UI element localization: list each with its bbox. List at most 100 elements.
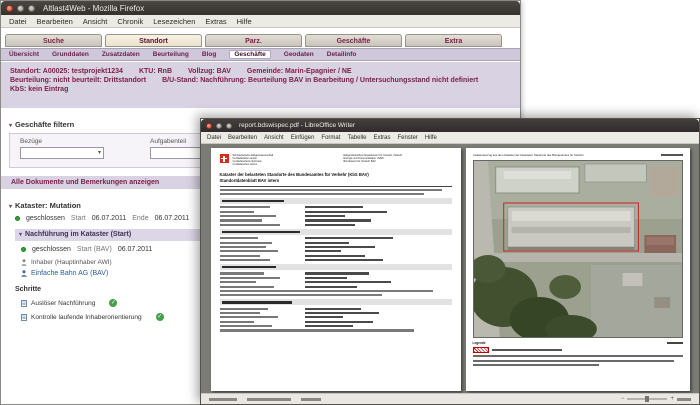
field-label-line	[219, 237, 258, 240]
check-icon	[109, 299, 118, 307]
confederation-lines: Schweizerische Eidgenossenschaft Confédér…	[233, 154, 274, 166]
step-label[interactable]: Kontrolle laufende Inhaberorientierung	[31, 314, 142, 321]
text-line	[472, 364, 599, 367]
person-icon	[21, 270, 27, 277]
divider	[219, 185, 452, 187]
field-label-line	[219, 215, 276, 218]
close-icon[interactable]	[6, 4, 13, 12]
main-tab-3[interactable]: Geschäfte	[305, 34, 402, 47]
status-dot-icon	[21, 247, 26, 252]
map-page-header: Katasterauszug aus dem Kataster der bela…	[473, 153, 683, 157]
text-line	[491, 349, 562, 351]
menu-item-6[interactable]: Hilfe	[237, 17, 252, 26]
start-bav-date: 06.07.2011	[117, 246, 153, 253]
field-value-line	[304, 285, 357, 288]
screen: Altlast4Web - Mozilla Firefox Datei Bearb…	[0, 0, 700, 405]
sub-tab-2[interactable]: Zusatzdaten	[102, 51, 140, 58]
field-label-line	[219, 241, 272, 244]
minimize-icon[interactable]	[216, 122, 222, 129]
confed-line-3: Confederaziun svizra	[232, 163, 257, 167]
bezuege-select[interactable]	[20, 147, 104, 159]
menu-item-0[interactable]: Datei	[9, 17, 27, 26]
inhaber-value[interactable]: Einfache Bahn AG (BAV)	[31, 270, 108, 277]
sub-tab-7[interactable]: Detailinfo	[327, 51, 357, 58]
pdf-page-2: Katasterauszug aus dem Kataster der bela…	[465, 148, 690, 391]
main-tab-2[interactable]: Parz.	[205, 34, 302, 47]
menu-item-2[interactable]: Ansicht	[264, 135, 284, 141]
menu-item-2[interactable]: Ansicht	[83, 17, 108, 26]
end-date: 06.07.2011	[154, 215, 190, 222]
sub-tab-0[interactable]: Übersicht	[9, 51, 39, 58]
menu-item-1[interactable]: Bearbeiten	[37, 17, 73, 26]
menu-item-3[interactable]: Chronik	[117, 17, 143, 26]
text-line	[472, 359, 675, 362]
info-segment-3: Gemeinde: Marin-Epagnier / NE	[246, 68, 352, 75]
legend-header-row: Legende	[473, 341, 683, 345]
person-gray-icon	[21, 259, 27, 266]
step-label[interactable]: Auslöser Nachführung	[31, 300, 95, 307]
menu-item-5[interactable]: Tabelle	[347, 135, 366, 141]
field-value-line	[304, 250, 341, 253]
zoom-slider-knob[interactable]	[645, 396, 650, 402]
field-row	[219, 206, 452, 209]
section-heading-line	[221, 301, 292, 304]
field-row	[219, 219, 452, 222]
field-value-line	[304, 307, 361, 310]
info-segment-1: KTU: RnB	[138, 68, 173, 75]
sub-tab-4[interactable]: Blog	[202, 51, 216, 58]
menu-item-5[interactable]: Extras	[205, 17, 226, 26]
menu-item-0[interactable]: Datei	[207, 135, 221, 141]
field-label-line	[219, 325, 272, 328]
firefox-titlebar[interactable]: Altlast4Web - Mozilla Firefox	[1, 1, 520, 15]
field-label-line	[219, 281, 256, 284]
field-label-line	[219, 307, 268, 310]
text-line	[219, 329, 415, 332]
sub-tab-3[interactable]: Beurteilung	[153, 51, 189, 58]
maximize-icon[interactable]	[226, 122, 232, 129]
close-icon[interactable]	[206, 122, 212, 129]
field-value-line	[304, 311, 379, 314]
menu-item-4[interactable]: Format	[321, 135, 340, 141]
zoom-out-icon[interactable]	[621, 396, 625, 402]
section-band	[219, 264, 452, 271]
zoom-in-icon[interactable]	[670, 396, 674, 402]
menu-item-7[interactable]: Fenster	[397, 135, 417, 141]
main-tab-0[interactable]: Suche	[5, 34, 102, 47]
site-perimeter-swatch	[472, 347, 489, 353]
menu-item-3[interactable]: Einfügen	[291, 135, 315, 141]
menu-item-1[interactable]: Bearbeiten	[228, 135, 257, 141]
main-tab-bar: Suche Standort Parz. Geschäfte Extra	[5, 34, 502, 47]
field-value-line	[304, 259, 383, 262]
sub-tab-bar: Übersicht Grunddaten Zusatzdaten Beurteilun…	[1, 48, 520, 61]
field-value-line	[304, 281, 391, 284]
document-area[interactable]: Schweizerische Eidgenossenschaft Confédér…	[201, 144, 699, 393]
menu-item-4[interactable]: Lesezeichen	[153, 17, 195, 26]
field-label-line	[219, 206, 270, 209]
end-label: Ende	[132, 215, 149, 222]
sub-tab-1[interactable]: Grunddaten	[52, 51, 89, 58]
field-value-line	[304, 223, 355, 226]
text-line	[219, 192, 424, 196]
menu-item-6[interactable]: Extras	[373, 135, 390, 141]
field-value-line	[304, 245, 375, 249]
section-band	[219, 229, 452, 236]
zoom-slider[interactable]	[627, 396, 668, 402]
main-tab-4[interactable]: Extra	[405, 34, 502, 47]
field-value-line	[304, 237, 393, 240]
zoom-level-text-line	[677, 397, 691, 401]
maximize-icon[interactable]	[28, 4, 35, 12]
field-row	[219, 311, 452, 314]
field-label-line	[219, 276, 280, 279]
sub-tab-6[interactable]: Geodaten	[284, 51, 314, 58]
site-info-line-3: KbS: kein Eintrag	[10, 86, 511, 93]
firefox-menubar: Datei Bearbeiten Ansicht Chronik Lesezeichen…	[1, 15, 520, 28]
section-band	[219, 198, 452, 205]
menu-item-8[interactable]: Hilfe	[425, 135, 437, 141]
status-text: geschlossen	[26, 215, 65, 222]
field-label-line	[219, 219, 262, 222]
sub-tab-5[interactable]: Geschäfte	[229, 50, 271, 59]
minimize-icon[interactable]	[17, 4, 24, 12]
main-tab-1[interactable]: Standort	[105, 34, 202, 47]
pdf-titlebar[interactable]: report.bdswispec.pdf - LibreOffice Write…	[201, 119, 699, 132]
field-value-line	[304, 206, 363, 209]
